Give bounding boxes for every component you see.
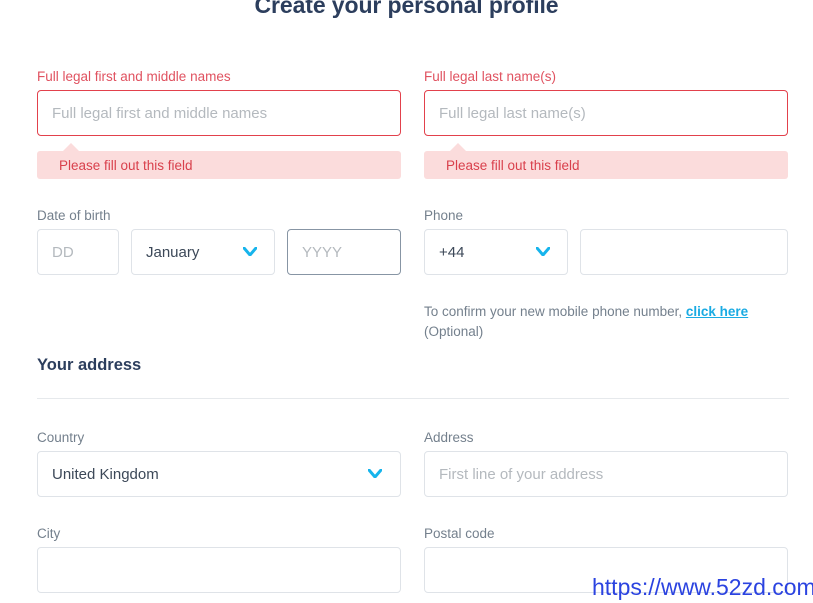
- phone-confirm-optional: (Optional): [424, 324, 484, 339]
- address-label: Address: [424, 430, 474, 445]
- date-of-birth-label: Date of birth: [37, 208, 111, 223]
- last-name-error-text: Please fill out this field: [446, 157, 580, 173]
- personal-profile-form: Create your personal profile Full legal …: [0, 0, 813, 603]
- watermark: https://www.52zd.com: [592, 574, 813, 600]
- dob-year-input[interactable]: [287, 229, 401, 275]
- first-name-error: Please fill out this field: [37, 151, 401, 179]
- phone-number-input[interactable]: [580, 229, 788, 275]
- first-name-label: Full legal first and middle names: [37, 69, 231, 84]
- last-name-input[interactable]: [424, 90, 788, 136]
- last-name-label: Full legal last name(s): [424, 69, 557, 84]
- dob-month-value: January: [146, 243, 200, 261]
- address-section-heading: Your address: [37, 356, 142, 374]
- first-name-input[interactable]: [37, 90, 401, 136]
- country-label: Country: [37, 430, 85, 445]
- country-value: United Kingdom: [52, 465, 159, 483]
- city-label: City: [37, 526, 61, 541]
- page-title: Create your personal profile: [254, 0, 559, 18]
- last-name-error: Please fill out this field: [424, 151, 788, 179]
- phone-confirm-note-text: To confirm your new mobile phone number,: [424, 304, 686, 319]
- section-divider: [37, 398, 789, 399]
- phone-country-code-select[interactable]: +44: [424, 229, 568, 275]
- address-line1-input[interactable]: [424, 451, 788, 497]
- first-name-error-text: Please fill out this field: [59, 157, 193, 173]
- phone-label: Phone: [424, 208, 464, 223]
- postal-code-label: Postal code: [424, 526, 495, 541]
- phone-country-code-value: +44: [439, 243, 465, 261]
- phone-confirm-note: To confirm your new mobile phone number,…: [424, 302, 794, 342]
- phone-confirm-link[interactable]: click here: [686, 304, 748, 319]
- city-input[interactable]: [37, 547, 401, 593]
- dob-day-input[interactable]: [37, 229, 119, 275]
- country-select[interactable]: United Kingdom: [37, 451, 401, 497]
- dob-month-select[interactable]: January: [131, 229, 275, 275]
